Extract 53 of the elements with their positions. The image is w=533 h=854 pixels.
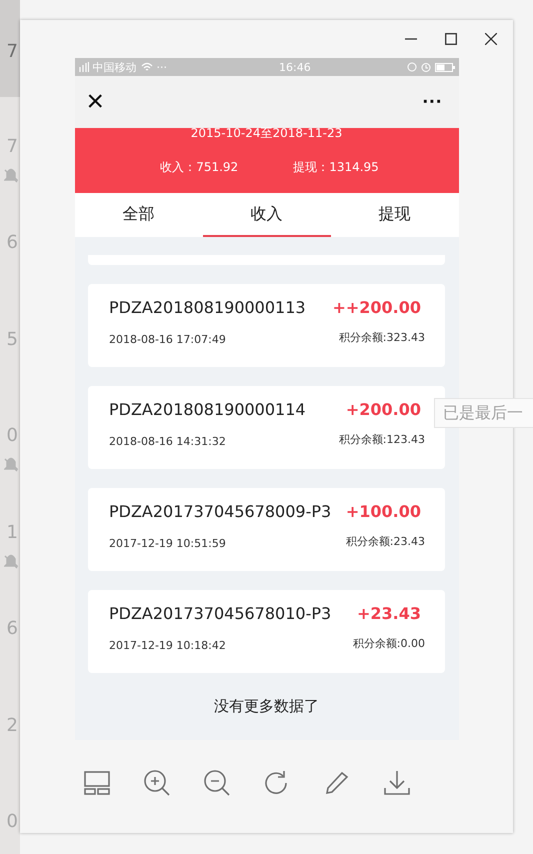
chat-list-item[interactable]: 6 [0, 193, 20, 290]
close-icon[interactable] [485, 33, 497, 45]
withdraw-total-text: 提现：1314.95 [293, 159, 379, 176]
wifi-icon [140, 62, 152, 72]
record-id: PDZA201737045678010-P3 [109, 604, 332, 623]
record-id: PDZA201737045678009-P3 [109, 502, 332, 521]
date-range-text: 2015-10-24至2018-11-23 [190, 125, 342, 142]
date-text: 2018-08-16 14:31:32 [109, 435, 226, 448]
muted-bell-icon [4, 456, 18, 472]
chat-list-item[interactable]: 5 [0, 290, 20, 386]
income-total-text: 收入：751.92 [160, 159, 238, 176]
chat-list-item[interactable]: 1 [0, 482, 20, 579]
date-text: 2017-12-19 10:51:59 [109, 537, 226, 550]
dots-text: ··· [156, 60, 167, 74]
date-text: 2018-08-16 17:07:49 [109, 333, 226, 346]
balance-text: 积分余额:323.43 [338, 330, 425, 345]
time-text: 0 [6, 426, 18, 446]
chat-list-item[interactable]: 2 [0, 676, 20, 772]
close-button[interactable]: × [86, 87, 104, 117]
more-button[interactable]: ··· [418, 92, 446, 112]
amount-text: ++200.00 [332, 298, 422, 317]
end-of-list-text: 没有更多数据了 [214, 697, 319, 716]
time-text: 0 [6, 812, 18, 832]
time-text: 7 [6, 136, 18, 156]
signal-icon [78, 62, 88, 72]
balance-text: 积分余额:123.43 [338, 432, 425, 447]
balance-text: 积分余额:23.43 [346, 534, 425, 549]
amount-text: +100.00 [346, 502, 422, 521]
amount-text: +23.43 [356, 604, 422, 623]
muted-bell-icon [4, 552, 18, 568]
time-text: 6 [6, 619, 18, 639]
chat-list-item[interactable]: 0 [0, 386, 20, 482]
record-id: PDZA201808190000114 [109, 400, 306, 419]
chat-list-item[interactable]: 7 [0, 96, 20, 193]
chat-list-item[interactable]: 7 [0, 0, 20, 96]
record-id: PDZA201808190000113 [109, 298, 306, 317]
muted-bell-icon [4, 166, 18, 182]
chat-list-item[interactable]: 6 [0, 579, 20, 676]
amount-text: +200.00 [346, 400, 422, 419]
time-text: 2 [6, 716, 18, 736]
time-text: 5 [6, 330, 18, 350]
clock-text: 16:46 [279, 60, 312, 74]
chat-list-item[interactable]: 0 [0, 772, 20, 854]
tooltip: 已是最后一 [434, 398, 533, 428]
date-text: 2017-12-19 10:18:42 [109, 639, 226, 652]
time-text: 6 [6, 233, 18, 253]
time-text: 1 [6, 522, 18, 542]
alarm-clock-icon [420, 62, 430, 72]
battery-icon [434, 62, 454, 72]
time-text: 7 [6, 42, 18, 62]
maximize-icon[interactable] [445, 33, 457, 45]
carrier-text: 中国移动 [92, 60, 136, 74]
balance-text: 积分余额:0.00 [352, 636, 425, 651]
